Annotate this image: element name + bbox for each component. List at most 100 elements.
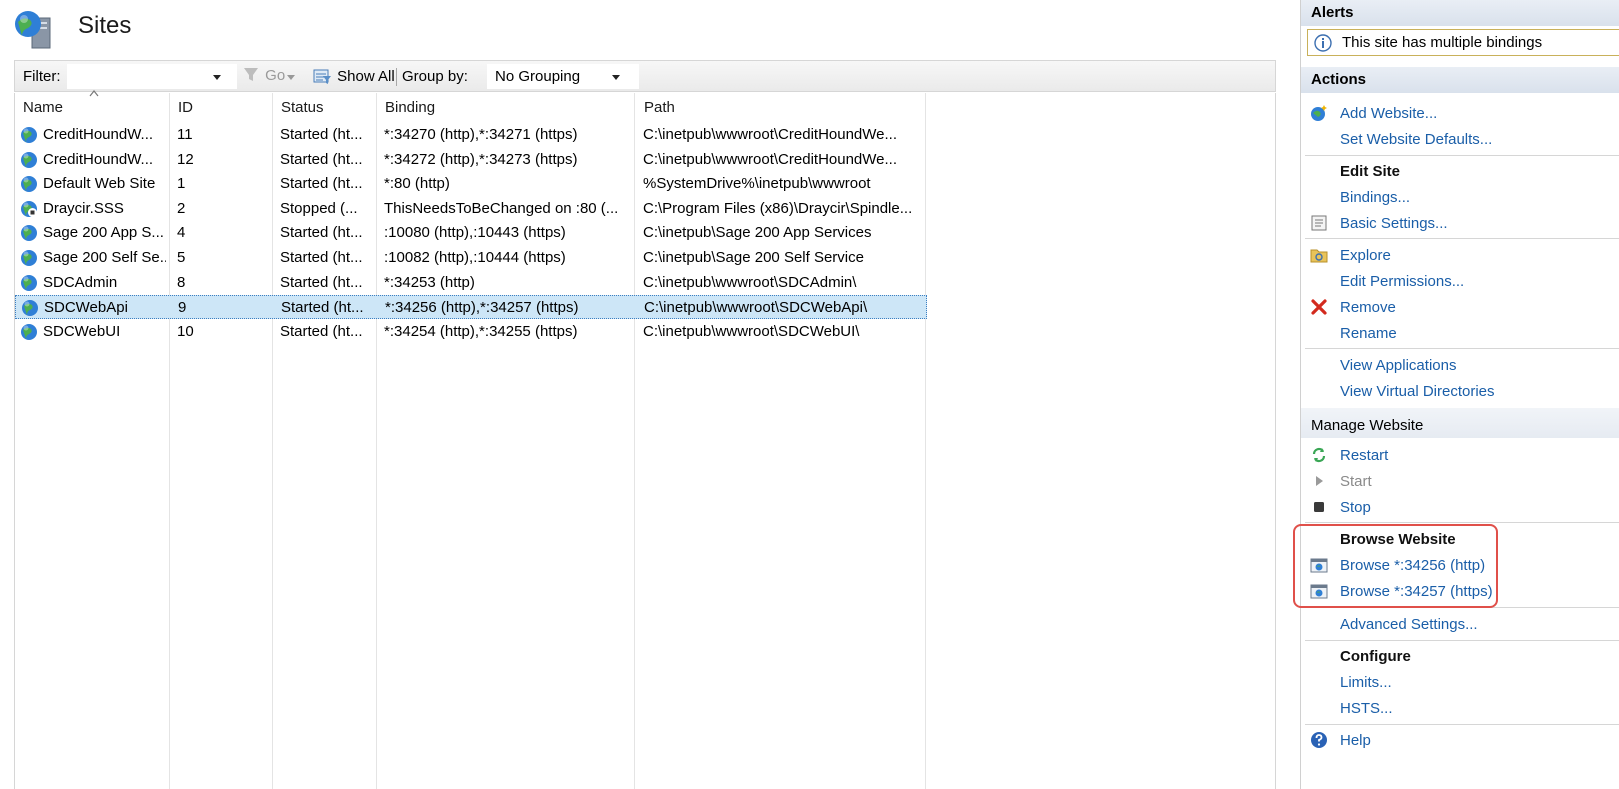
basic-settings-link[interactable]: Basic Settings... xyxy=(1340,215,1448,232)
view-applications-link[interactable]: View Applications xyxy=(1340,357,1456,374)
cell-path: C:\inetpub\Sage 200 App Services xyxy=(643,224,872,242)
edit-permissions-link[interactable]: Edit Permissions... xyxy=(1340,273,1464,290)
rename-link[interactable]: Rename xyxy=(1340,325,1397,342)
advanced-settings-link[interactable]: Advanced Settings... xyxy=(1340,616,1478,633)
column-header-id[interactable]: ID xyxy=(178,99,193,116)
restart-icon xyxy=(1312,447,1326,463)
pane-divider xyxy=(1305,724,1619,725)
go-label: Go xyxy=(265,67,286,84)
cell-status: Started (ht... xyxy=(280,224,363,242)
cell-status: Stopped (... xyxy=(280,199,358,217)
group-by-label: Group by: xyxy=(402,68,468,85)
show-all-button[interactable]: Show All xyxy=(313,67,395,85)
basic-settings-icon xyxy=(1311,215,1327,231)
limits-link[interactable]: Limits... xyxy=(1340,674,1392,691)
pane-divider xyxy=(1305,348,1619,349)
column-header-status[interactable]: Status xyxy=(281,99,324,116)
cell-id: 5 xyxy=(177,249,186,266)
go-dropdown-icon[interactable] xyxy=(287,75,295,80)
cell-id: 8 xyxy=(177,273,186,291)
page-header: Sites xyxy=(0,0,1290,58)
table-row[interactable]: Sage 200 App S... 4 Started (ht...:10080 (… xyxy=(15,221,927,245)
page-title: Sites xyxy=(78,12,132,39)
cell-status: Started (ht... xyxy=(280,273,363,291)
pane-divider xyxy=(1305,640,1619,641)
filter-dropdown-icon[interactable] xyxy=(213,75,221,80)
table-row[interactable]: SDCWebUI 10 Started (ht... *:34254 (http),*… xyxy=(15,320,927,344)
manage-website-header: Manage Website xyxy=(1301,408,1619,438)
edit-site-heading: Edit Site xyxy=(1340,163,1401,180)
set-website-defaults-link[interactable]: Set Website Defaults... xyxy=(1340,131,1492,148)
view-virtual-directories-link[interactable]: View Virtual Directories xyxy=(1340,383,1495,400)
actions-header: Actions xyxy=(1301,67,1619,93)
show-all-icon xyxy=(313,69,331,84)
table-row[interactable]: Default Web Site 1 Started (ht... *:80 (htt… xyxy=(15,172,927,196)
restart-link[interactable]: Restart xyxy=(1340,447,1388,464)
cell-path: C:\inetpub\wwwroot\SDCWebUI\ xyxy=(643,322,860,340)
filter-label: Filter: xyxy=(23,68,61,85)
hsts-link[interactable]: HSTS... xyxy=(1340,700,1393,717)
globe-icon xyxy=(21,176,37,193)
filter-toolbar: Filter: Go Show All Group by: No Groupin… xyxy=(14,60,1276,92)
info-icon xyxy=(1314,34,1332,52)
globe-stopped-icon xyxy=(21,200,37,217)
stop-icon xyxy=(1314,502,1324,512)
cell-name: Draycir.SSS xyxy=(43,199,124,217)
start-play-icon xyxy=(1316,476,1323,486)
cell-binding: *:34270 (http),*:34271 (https) xyxy=(384,126,578,143)
configure-heading: Configure xyxy=(1340,648,1411,665)
cell-binding: ThisNeedsToBeChanged on :80 (... xyxy=(384,199,619,217)
table-row[interactable]: SDCAdmin 8 Started (ht... *:34253 (http) C:\… xyxy=(15,271,927,295)
help-link[interactable]: Help xyxy=(1340,732,1371,749)
table-row[interactable]: CreditHoundW... 12 Started (ht... *:34272 (… xyxy=(15,148,927,172)
start-link[interactable]: Start xyxy=(1340,473,1372,490)
stop-link[interactable]: Stop xyxy=(1340,499,1371,516)
table-row[interactable]: Draycir.SSS 2 Stopped (... ThisNeedsToBeCha… xyxy=(15,197,927,221)
explore-folder-icon xyxy=(1310,249,1328,263)
go-button[interactable]: Go xyxy=(243,67,285,84)
bindings-link[interactable]: Bindings... xyxy=(1340,189,1410,206)
column-header-path[interactable]: Path xyxy=(644,99,675,116)
cell-status: Started (ht... xyxy=(280,126,363,143)
cell-status: Started (ht... xyxy=(280,175,363,193)
cell-binding: :10080 (http),:10443 (https) xyxy=(384,224,566,242)
group-by-dropdown-icon[interactable] xyxy=(612,75,620,80)
cell-binding: *:34254 (http),*:34255 (https) xyxy=(384,322,578,340)
cell-name: SDCWebApi xyxy=(44,299,128,317)
table-row[interactable]: Sage 200 Self Se... 5 Started (ht...:10082… xyxy=(15,246,927,270)
filter-input[interactable] xyxy=(67,64,237,89)
globe-icon xyxy=(21,127,37,143)
pane-divider xyxy=(1305,238,1619,239)
table-row[interactable]: SDCWebApi 9 Started (ht... *:34256 (http),*… xyxy=(15,295,927,320)
globe-icon xyxy=(22,300,38,317)
show-all-label: Show All xyxy=(337,68,395,85)
sort-ascending-icon xyxy=(89,90,99,97)
pane-divider xyxy=(1305,522,1619,523)
cell-status: Started (ht... xyxy=(280,249,363,266)
cell-name: CreditHoundW... xyxy=(43,150,154,168)
globe-icon xyxy=(21,225,37,242)
table-row[interactable]: CreditHoundW... 11 Started (ht... *:34270 (… xyxy=(15,123,927,147)
remove-link[interactable]: Remove xyxy=(1340,299,1396,316)
cell-path: C:\inetpub\wwwroot\SDCAdmin\ xyxy=(643,273,857,291)
actions-pane: Alerts This site has multiple bindings A… xyxy=(1300,0,1619,789)
cell-binding: *:34253 (http) xyxy=(384,273,475,291)
cell-id: 2 xyxy=(177,199,186,217)
column-header-binding[interactable]: Binding xyxy=(385,99,435,116)
cell-name: Sage 200 App S... xyxy=(43,224,164,242)
cell-id: 11 xyxy=(177,126,193,143)
cell-path: C:\Program Files (x86)\Draycir\Spindle..… xyxy=(643,199,913,217)
remove-x-icon xyxy=(1311,299,1327,315)
cell-binding: :10082 (http),:10444 (https) xyxy=(384,249,566,266)
alerts-header: Alerts xyxy=(1301,0,1619,26)
pane-divider xyxy=(1305,155,1619,156)
browse-website-highlight xyxy=(1293,524,1498,608)
cell-id: 1 xyxy=(177,175,186,193)
add-website-link[interactable]: Add Website... xyxy=(1340,105,1437,122)
manage-website-title: Manage Website xyxy=(1311,417,1424,434)
cell-binding: *:34256 (http),*:34257 (https) xyxy=(385,299,579,317)
explore-link[interactable]: Explore xyxy=(1340,247,1391,264)
funnel-icon xyxy=(244,68,258,81)
cell-binding: *:34272 (http),*:34273 (https) xyxy=(384,150,578,168)
column-header-name[interactable]: Name xyxy=(23,99,63,116)
